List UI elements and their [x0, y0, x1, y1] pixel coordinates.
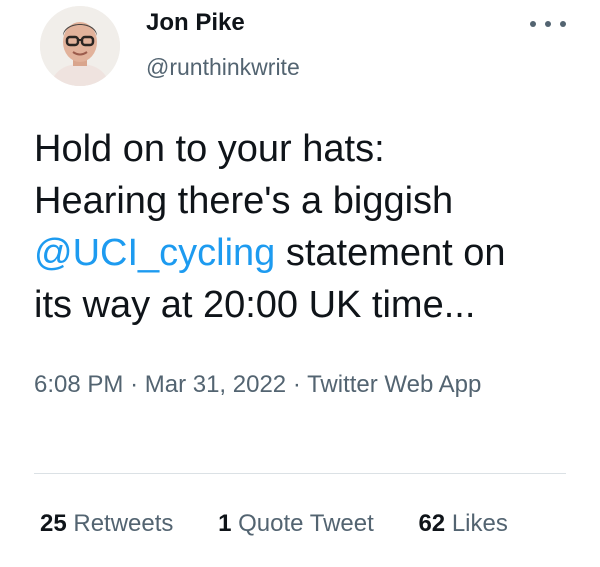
ellipsis-icon	[530, 21, 536, 27]
ellipsis-icon	[560, 21, 566, 27]
retweets-stat[interactable]: 25 Retweets	[40, 507, 173, 541]
tweet-line: Hearing there's a biggish	[34, 180, 454, 222]
quote-tweets-stat[interactable]: 1 Quote Tweet	[218, 507, 374, 541]
quotes-count: 1	[218, 510, 232, 537]
tweet-source[interactable]: Twitter Web App	[307, 371, 481, 398]
profile-photo-icon	[40, 6, 120, 86]
retweets-label: Retweets	[73, 510, 174, 537]
meta-separator: ·	[130, 371, 139, 398]
quotes-label: Quote Tweet	[238, 510, 374, 537]
tweet-line-rest: statement on	[275, 232, 506, 274]
tweet-line: Hold on to your hats:	[34, 128, 385, 170]
tweet-metadata: 6:08 PM · Mar 31, 2022 · Twitter Web App	[34, 366, 574, 404]
tweet-line: @UCI_cycling statement on	[34, 227, 579, 279]
likes-count: 62	[418, 510, 446, 537]
divider	[34, 473, 566, 474]
tweet-text: Hold on to your hats: Hearing there's a …	[34, 123, 579, 331]
mention-link[interactable]: @UCI_cycling	[34, 232, 275, 274]
engagement-stats: 25 Retweets 1 Quote Tweet 62 Likes	[40, 507, 508, 541]
ellipsis-icon	[545, 21, 551, 27]
likes-label: Likes	[451, 510, 508, 537]
tweet-card: Jon Pike @runthinkwrite Hold on to your …	[0, 0, 600, 567]
avatar[interactable]	[40, 6, 120, 86]
retweets-count: 25	[40, 510, 67, 537]
author-block: Jon Pike @runthinkwrite	[146, 8, 300, 82]
meta-separator: ·	[292, 371, 301, 398]
tweet-line: its way at 20:00 UK time...	[34, 284, 476, 326]
author-handle[interactable]: @runthinkwrite	[146, 52, 300, 82]
tweet-time[interactable]: 6:08 PM	[34, 371, 123, 398]
likes-stat[interactable]: 62 Likes	[418, 507, 507, 541]
more-options-button[interactable]	[530, 14, 566, 34]
author-display-name[interactable]: Jon Pike	[146, 8, 300, 38]
tweet-date[interactable]: Mar 31, 2022	[145, 371, 286, 398]
